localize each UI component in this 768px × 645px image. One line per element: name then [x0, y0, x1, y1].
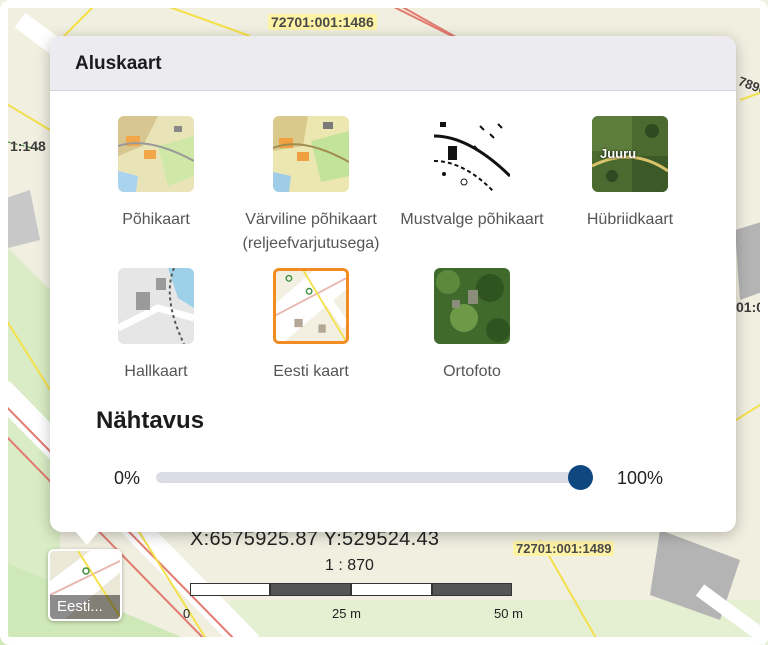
layer-label-eesti-kaart: Eesti kaart: [273, 363, 349, 380]
basemap-thumbnail: [118, 116, 194, 192]
visibility-slider-knob[interactable]: [568, 465, 593, 490]
parcel-label-top: 72701:001:1486: [268, 14, 377, 30]
scale-ratio: 1 : 870: [325, 557, 374, 574]
visibility-title: Nähtavus: [96, 407, 205, 434]
basemap-panel: Aluskaart Põhikaart Värviline põhikaart …: [50, 36, 736, 532]
grey-map-thumbnail: [118, 268, 194, 344]
layer-option-hallkaart[interactable]: Hallkaart: [66, 268, 246, 384]
visibility-slider-track[interactable]: [156, 472, 593, 483]
layer-option-eesti-kaart[interactable]: Eesti kaart: [221, 268, 401, 384]
layer-option-mustvalge-pohikaart[interactable]: Mustvalge põhikaart: [382, 116, 562, 232]
basemap-toggle-label: Eesti...: [57, 598, 103, 615]
shaded-relief-thumbnail: [273, 116, 349, 192]
edge-parcel-label-right: 01:0: [736, 299, 765, 315]
scale-label-25: 25 m: [332, 606, 361, 621]
panel-title: Aluskaart: [75, 53, 162, 74]
layer-label-mustvalge-pohikaart: Mustvalge põhikaart: [400, 211, 544, 228]
hybrid-thumb-place-name: Juuru: [600, 146, 637, 161]
layer-option-hubriidkaart[interactable]: Juuru Hübriidkaart: [540, 116, 720, 232]
estonia-map-thumbnail: [273, 268, 349, 344]
edge-parcel-label-left: 1:148: [10, 138, 46, 154]
scale-label-50: 50 m: [494, 606, 523, 621]
parcel-label-bottom: 72701:001:1489: [513, 541, 615, 556]
orthophoto-thumbnail: [434, 268, 510, 344]
layer-label-hallkaart: Hallkaart: [124, 363, 188, 380]
layer-label-pohikaart: Põhikaart: [122, 211, 190, 228]
hybrid-map-thumbnail: Juuru: [592, 116, 668, 192]
layer-label-varviline-pohikaart: Värviline põhikaart (reljeefvarjutusega): [242, 211, 380, 252]
layer-label-ortofoto: Ortofoto: [443, 363, 501, 380]
panel-pointer-arrow: [75, 531, 99, 545]
visibility-max-label: 100%: [617, 468, 664, 488]
scale-label-0: 0: [183, 606, 191, 621]
scale-bar: [190, 583, 512, 598]
layer-option-varviline-pohikaart[interactable]: Värviline põhikaart (reljeefvarjutusega): [221, 116, 401, 256]
black-white-map-thumbnail: [434, 116, 510, 192]
basemap-toggle-button[interactable]: Eesti...: [48, 549, 122, 621]
layer-label-hubriidkaart: Hübriidkaart: [586, 211, 674, 228]
visibility-min-label: 0%: [114, 468, 141, 488]
layer-option-pohikaart[interactable]: Põhikaart: [66, 116, 246, 232]
layer-option-ortofoto[interactable]: Ortofoto: [382, 268, 562, 384]
